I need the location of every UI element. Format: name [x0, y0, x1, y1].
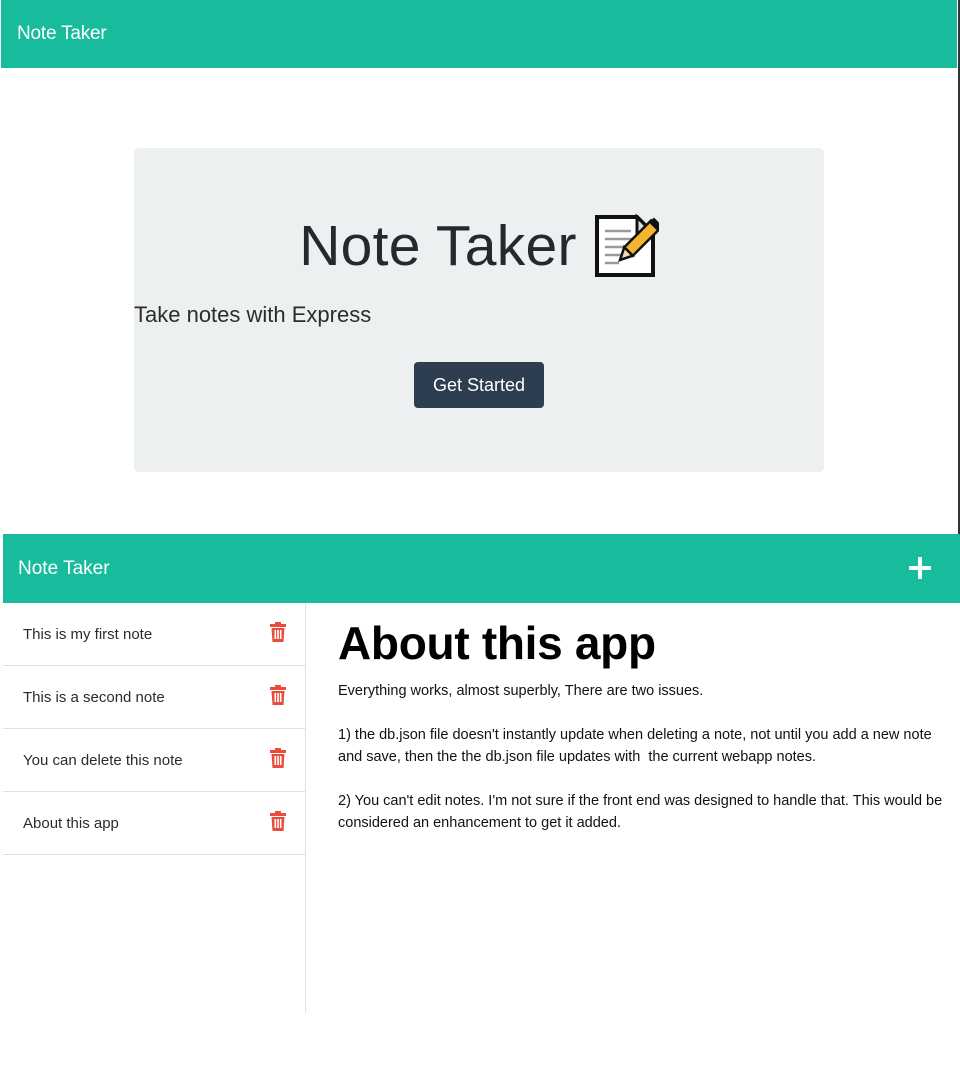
- list-item[interactable]: You can delete this note: [3, 729, 305, 792]
- trash-icon[interactable]: [270, 811, 286, 831]
- jumbotron: [134, 148, 824, 472]
- note-title: This is a second note: [23, 688, 165, 706]
- get-started-button[interactable]: Get Started: [414, 362, 544, 408]
- note-title: This is my first note: [23, 625, 153, 643]
- trash-icon[interactable]: [270, 622, 286, 642]
- landing-page: Note Taker: [0, 0, 960, 534]
- navbar-brand[interactable]: Note Taker: [18, 558, 110, 580]
- note-title: About this app: [23, 814, 119, 832]
- note-detail: About this app Everything works, almost …: [338, 616, 948, 834]
- notes-navbar: Note Taker: [3, 534, 960, 603]
- landing-navbar: Note Taker: [1, 0, 957, 68]
- notes-page: Note Taker This is my first note This is…: [0, 534, 960, 1080]
- note-list: This is my first note This is a second n…: [3, 603, 306, 1013]
- list-item[interactable]: This is my first note: [3, 603, 305, 666]
- navbar-brand[interactable]: Note Taker: [17, 23, 107, 45]
- note-text-field[interactable]: Everything works, almost superbly, There…: [338, 680, 948, 834]
- note-title: You can delete this note: [23, 751, 183, 769]
- plus-icon[interactable]: [908, 556, 932, 581]
- trash-icon[interactable]: [270, 748, 286, 768]
- list-item[interactable]: This is a second note: [3, 666, 305, 729]
- list-item[interactable]: About this app: [3, 792, 305, 855]
- note-title-field[interactable]: About this app: [338, 616, 948, 670]
- trash-icon[interactable]: [270, 685, 286, 705]
